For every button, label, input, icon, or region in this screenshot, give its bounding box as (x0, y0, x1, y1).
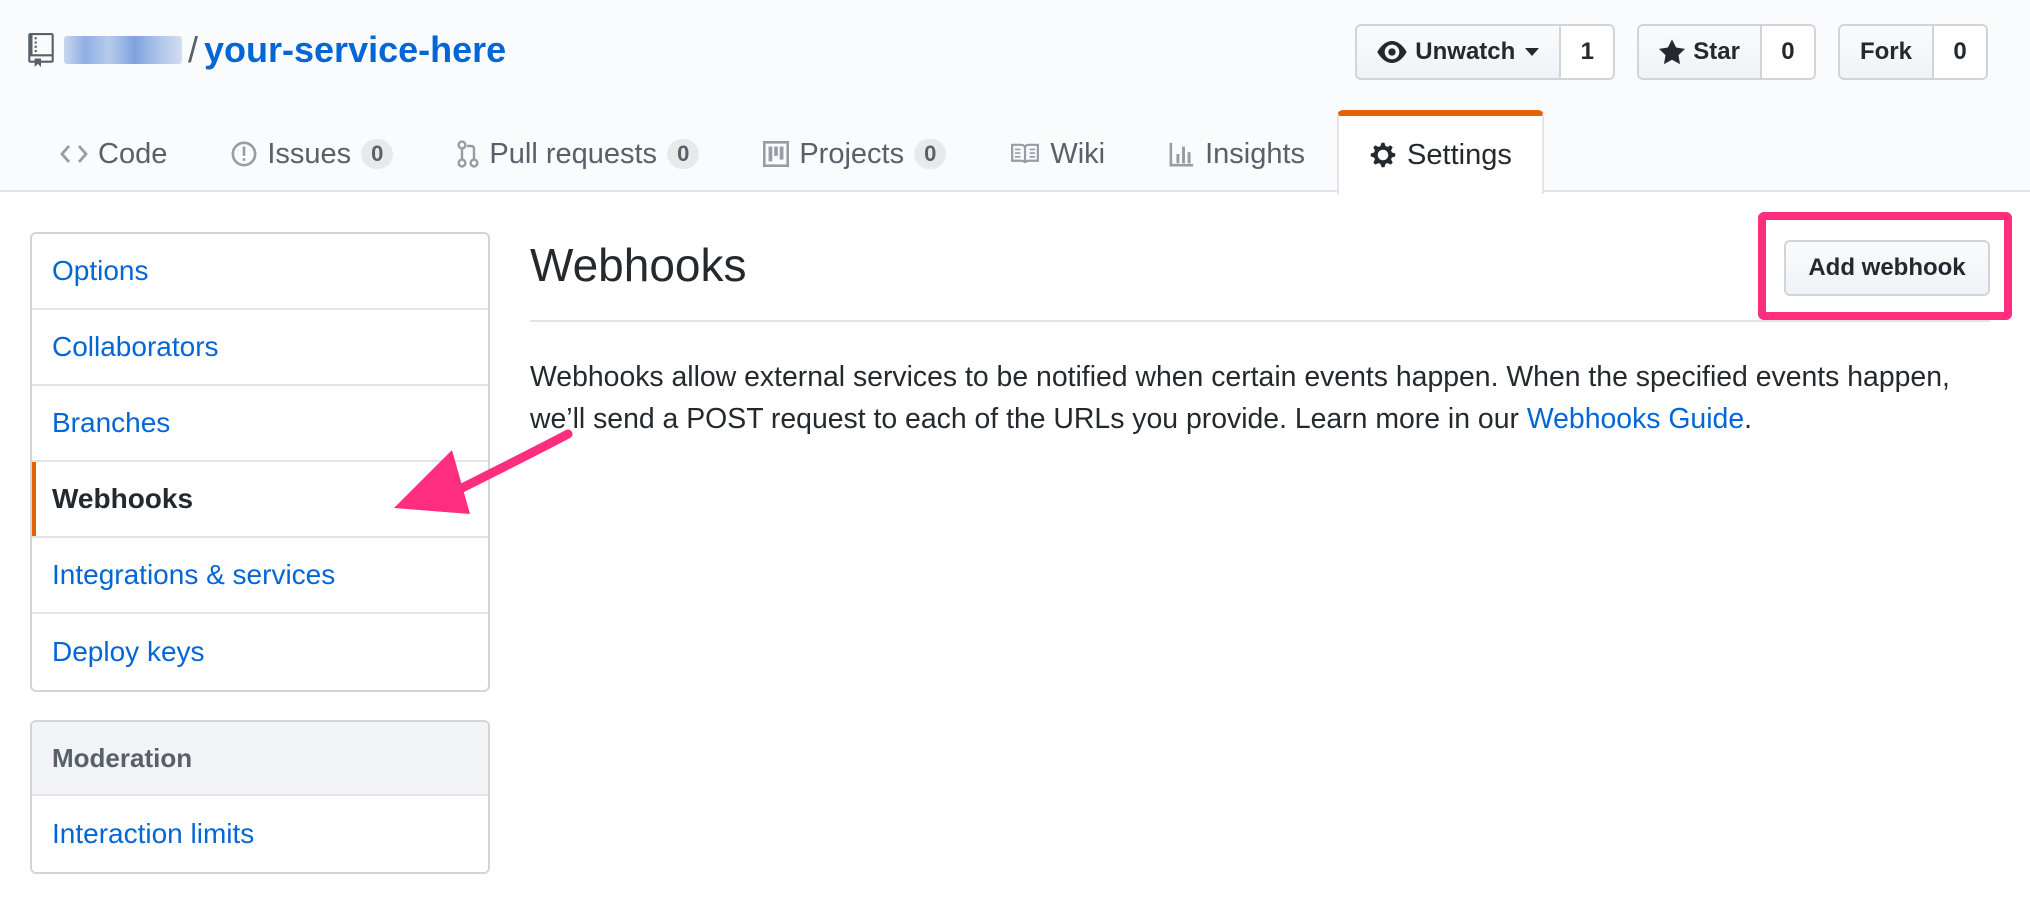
tab-insights[interactable]: Insights (1137, 110, 1337, 192)
tab-issues-label: Issues (267, 137, 352, 170)
issue-icon (231, 141, 257, 167)
repo-header: / your-service-here Unwatch 1 Star 0 For… (0, 0, 2030, 194)
watch-group: Unwatch 1 (1355, 24, 1616, 80)
webhooks-description: Webhooks allow external services to be n… (530, 356, 2010, 440)
issues-counter: 0 (361, 138, 394, 170)
repo-title: / your-service-here (28, 26, 506, 74)
gear-icon (1370, 142, 1396, 168)
star-button[interactable]: Star (1637, 24, 1762, 80)
tab-pull-requests-label: Pull requests (489, 137, 658, 170)
description-end: . (1744, 403, 1753, 435)
forks-count[interactable]: 0 (1934, 24, 1988, 80)
repo-name-link[interactable]: your-service-here (204, 29, 506, 71)
page-title: Webhooks (530, 239, 747, 291)
tab-settings[interactable]: Settings (1337, 110, 1544, 194)
dropdown-caret-icon (1525, 48, 1540, 56)
annotation-arrow-icon (394, 429, 573, 514)
repo-owner-blurred[interactable] (64, 36, 182, 64)
tab-projects[interactable]: Projects 0 (731, 110, 978, 192)
star-label: Star (1693, 38, 1740, 65)
watchers-count[interactable]: 1 (1561, 24, 1616, 80)
tab-wiki[interactable]: Wiki (978, 110, 1137, 192)
add-webhook-button[interactable]: Add webhook (1784, 240, 1990, 296)
eye-icon (1377, 41, 1407, 63)
projects-counter: 0 (914, 138, 947, 170)
repo-icon (28, 33, 54, 67)
moderation-menu: Moderation Interaction limits (30, 720, 490, 874)
tab-issues[interactable]: Issues 0 (199, 110, 425, 192)
moderation-heading: Moderation (32, 722, 488, 796)
tab-insights-label: Insights (1205, 137, 1306, 170)
star-group: Star 0 (1637, 24, 1816, 80)
tab-wiki-label: Wiki (1050, 137, 1106, 170)
code-icon (60, 145, 88, 163)
tab-code[interactable]: Code (28, 110, 199, 192)
project-icon (763, 141, 790, 167)
tab-code-label: Code (98, 137, 168, 170)
star-icon (1659, 39, 1686, 65)
fork-label: Fork (1859, 38, 1912, 65)
unwatch-button[interactable]: Unwatch (1355, 24, 1562, 80)
menu-item-options[interactable]: Options (32, 234, 488, 310)
repo-separator: / (188, 29, 199, 70)
tab-pull-requests[interactable]: Pull requests 0 (425, 110, 731, 192)
repo-actions: Unwatch 1 Star 0 Fork 0 (1355, 24, 1988, 80)
stars-count[interactable]: 0 (1761, 24, 1816, 80)
webhooks-guide-link[interactable]: Webhooks Guide (1527, 403, 1744, 435)
repo-nav: Code Issues 0 Pull requests 0 Projects 0… (28, 110, 1544, 194)
tab-settings-label: Settings (1407, 138, 1512, 171)
menu-item-collaborators[interactable]: Collaborators (32, 310, 488, 386)
pull-requests-counter: 0 (667, 138, 700, 170)
unwatch-label: Unwatch (1415, 38, 1516, 65)
fork-group: Fork 0 (1837, 24, 1988, 80)
graph-icon (1169, 142, 1194, 167)
menu-item-integrations-services[interactable]: Integrations & services (32, 538, 488, 614)
menu-item-deploy-keys[interactable]: Deploy keys (32, 614, 488, 690)
tab-projects-label: Projects (799, 137, 905, 170)
menu-item-interaction-limits[interactable]: Interaction limits (32, 796, 488, 872)
fork-button[interactable]: Fork (1837, 24, 1934, 80)
pull-request-icon (457, 140, 480, 168)
book-icon (1011, 143, 1040, 164)
